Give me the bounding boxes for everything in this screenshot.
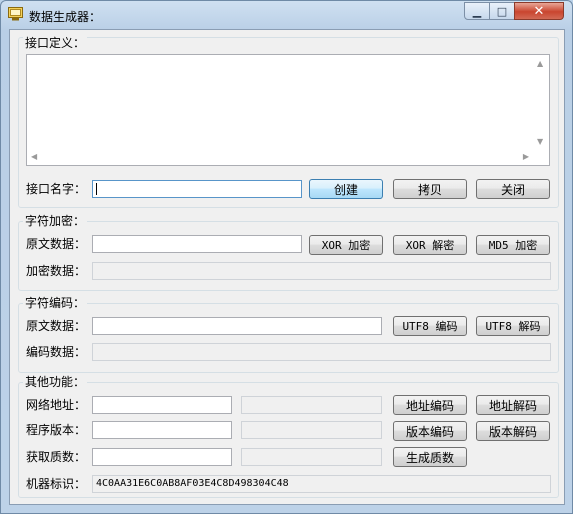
utf8-decode-button[interactable]: UTF8 解码 [476, 316, 550, 336]
prime-label: 获取质数： [26, 450, 87, 464]
vertical-scrollbar[interactable]: ▲ ▼ [533, 55, 549, 149]
interface-def-group-label: 接口定义： [23, 36, 88, 50]
machine-id-field: 4C0AA31E6C0AB8AF03E4C8D498304C48 [92, 475, 551, 493]
url-decode-button[interactable]: 地址解码 [476, 395, 550, 415]
interface-name-label: 接口名字： [26, 182, 87, 196]
client-area: 接口定义： ▲ ▼ ◀ ▶ 接口名字： 创建 拷贝 关闭 字符加密： 原文数据：… [9, 29, 565, 505]
horizontal-scrollbar[interactable]: ◀ ▶ [27, 149, 533, 165]
encrypt-group [18, 221, 559, 291]
scroll-right-icon[interactable]: ▶ [523, 152, 529, 161]
url-encode-button[interactable]: 地址编码 [393, 395, 467, 415]
encode-group [18, 303, 559, 373]
encrypt-source-label: 原文数据： [26, 237, 87, 251]
prime-output-field [241, 448, 382, 466]
encrypt-result-field [92, 262, 551, 280]
generate-prime-button[interactable]: 生成质数 [393, 447, 467, 467]
minimize-button[interactable]: ▁ [464, 2, 490, 20]
interface-name-input[interactable] [92, 180, 302, 198]
version-input[interactable] [92, 421, 232, 439]
app-icon [8, 7, 23, 21]
encrypt-result-label: 加密数据： [26, 264, 87, 278]
app-window: 数据生成器： ▁ □ ✕ 接口定义： ▲ ▼ ◀ ▶ 接口名字： 创建 拷贝 关… [0, 0, 573, 514]
xor-decrypt-button[interactable]: XOR 解密 [393, 235, 467, 255]
encode-result-field [92, 343, 551, 361]
create-button[interactable]: 创建 [309, 179, 383, 199]
version-label: 程序版本： [26, 423, 87, 437]
text-caret [96, 183, 97, 195]
other-group-label: 其他功能： [23, 375, 88, 389]
utf8-encode-button[interactable]: UTF8 编码 [393, 316, 467, 336]
url-input[interactable] [92, 396, 232, 414]
encode-result-label: 编码数据： [26, 345, 87, 359]
encode-source-input[interactable] [92, 317, 382, 335]
version-encode-button[interactable]: 版本编码 [393, 421, 467, 441]
window-title: 数据生成器： [29, 10, 102, 24]
scroll-left-icon[interactable]: ◀ [31, 152, 37, 161]
copy-button[interactable]: 拷贝 [393, 179, 467, 199]
maximize-button[interactable]: □ [489, 2, 515, 20]
machine-id-label: 机器标识： [26, 477, 87, 491]
encode-source-label: 原文数据： [26, 319, 87, 333]
title-bar[interactable]: 数据生成器： ▁ □ ✕ [1, 1, 572, 29]
md5-encrypt-button[interactable]: MD5 加密 [476, 235, 550, 255]
url-output-field [241, 396, 382, 414]
version-decode-button[interactable]: 版本解码 [476, 421, 550, 441]
scroll-up-icon[interactable]: ▲ [537, 59, 543, 68]
scroll-down-icon[interactable]: ▼ [537, 137, 543, 146]
close-window-button[interactable]: ✕ [514, 2, 564, 20]
url-label: 网络地址： [26, 398, 87, 412]
encrypt-group-label: 字符加密： [23, 214, 88, 228]
maximize-icon: □ [496, 4, 508, 18]
version-output-field [241, 421, 382, 439]
prime-input[interactable] [92, 448, 232, 466]
close-button[interactable]: 关闭 [476, 179, 550, 199]
close-icon: ✕ [533, 3, 545, 19]
minimize-icon: ▁ [472, 4, 482, 18]
xor-encrypt-button[interactable]: XOR 加密 [309, 235, 383, 255]
encrypt-source-input[interactable] [92, 235, 302, 253]
interface-definition-textarea[interactable]: ▲ ▼ ◀ ▶ [26, 54, 550, 166]
encode-group-label: 字符编码： [23, 296, 88, 310]
